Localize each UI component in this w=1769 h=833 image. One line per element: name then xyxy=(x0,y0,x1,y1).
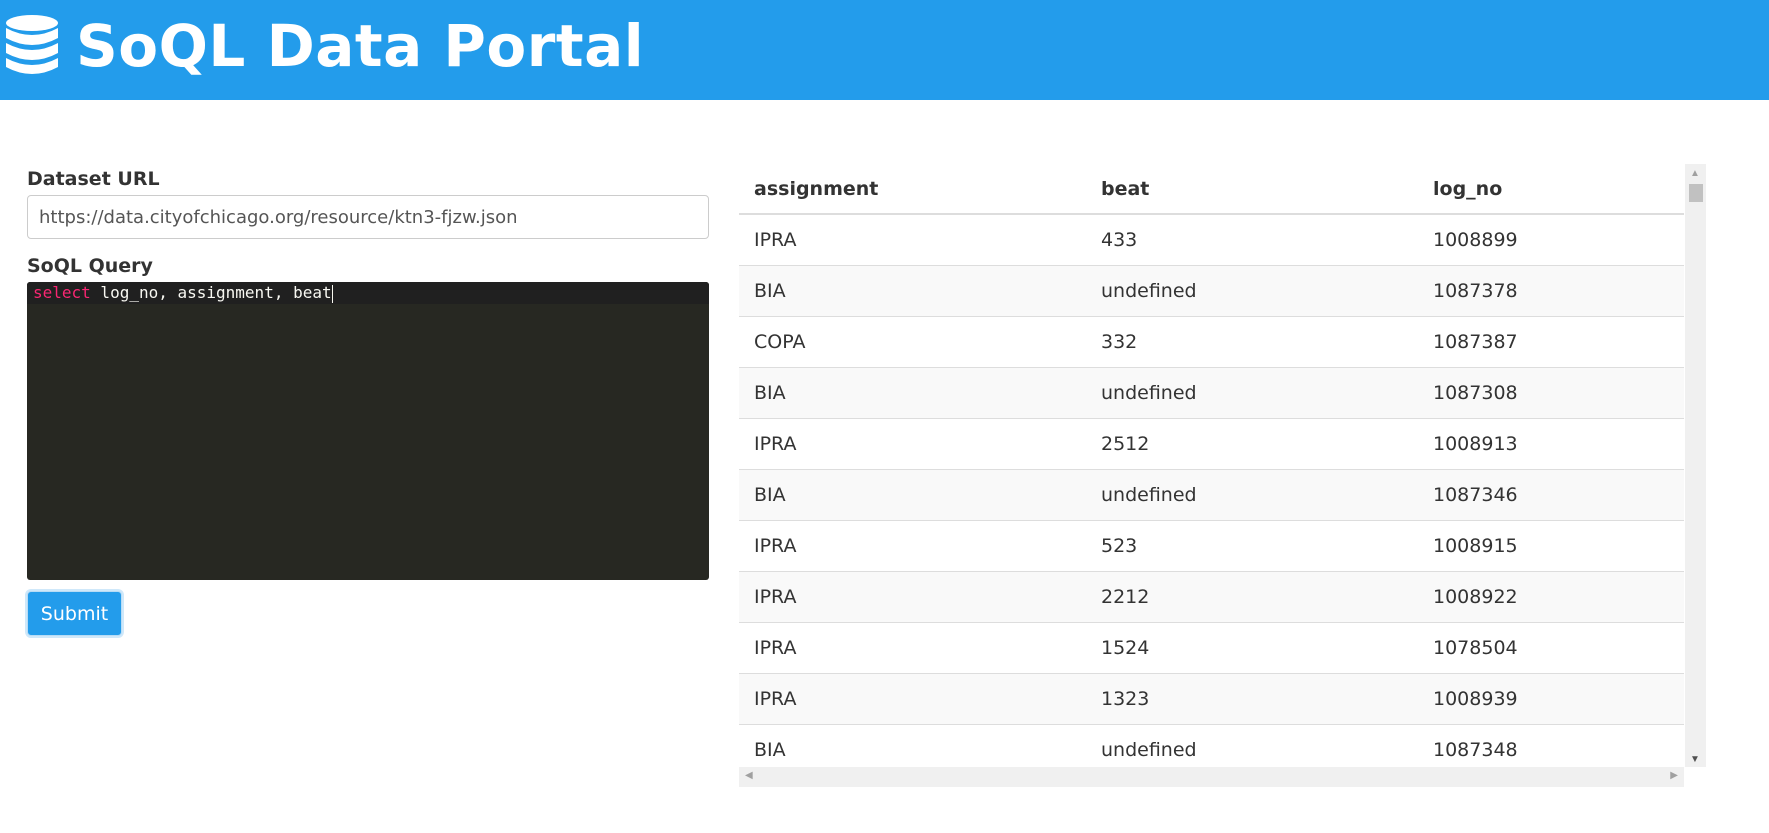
cell-log-no: 1078504 xyxy=(1418,621,1684,673)
results-table: assignment beat log_no IPRA 433 1008899 BI… xyxy=(739,164,1684,775)
text-cursor xyxy=(331,284,333,303)
query-keyword: select xyxy=(33,283,91,302)
cell-assignment: BIA xyxy=(739,264,1086,316)
cell-beat: undefined xyxy=(1086,468,1418,520)
cell-assignment: IPRA xyxy=(739,621,1086,673)
table-row: COPA 332 1087387 xyxy=(739,315,1684,367)
results-table-container[interactable]: assignment beat log_no IPRA 433 1008899 BI… xyxy=(739,164,1707,787)
cell-beat: 2212 xyxy=(1086,570,1418,622)
cell-assignment: IPRA xyxy=(739,417,1086,469)
table-row: IPRA 1323 1008939 xyxy=(739,672,1684,724)
cell-log-no: 1008913 xyxy=(1418,417,1684,469)
cell-assignment: IPRA xyxy=(739,213,1086,265)
query-form: Dataset URL SoQL Query select log_no, as… xyxy=(27,168,709,636)
horizontal-scrollbar[interactable]: ◀ ▶ xyxy=(739,767,1684,787)
vertical-scrollbar[interactable]: ▲ ▼ xyxy=(1685,164,1706,767)
cell-log-no: 1087346 xyxy=(1418,468,1684,520)
cell-assignment: BIA xyxy=(739,468,1086,520)
cell-beat: 433 xyxy=(1086,213,1418,265)
soql-query-editor[interactable]: select log_no, assignment, beat xyxy=(27,282,709,580)
cell-log-no: 1008899 xyxy=(1418,213,1684,265)
cell-assignment: IPRA xyxy=(739,519,1086,571)
table-row: IPRA 2512 1008913 xyxy=(739,417,1684,469)
table-row: BIA undefined 1087378 xyxy=(739,264,1684,316)
query-text: log_no, assignment, beat xyxy=(90,283,332,302)
table-row: BIA undefined 1087308 xyxy=(739,366,1684,418)
cell-log-no: 1008939 xyxy=(1418,672,1684,724)
soql-query-label: SoQL Query xyxy=(27,255,153,277)
scroll-up-icon[interactable]: ▲ xyxy=(1690,168,1700,179)
scroll-left-icon[interactable]: ◀ xyxy=(745,770,753,781)
scroll-right-icon[interactable]: ▶ xyxy=(1670,770,1678,781)
cell-assignment: IPRA xyxy=(739,672,1086,724)
table-row: IPRA 523 1008915 xyxy=(739,519,1684,571)
cell-assignment: COPA xyxy=(739,315,1086,367)
cell-assignment: IPRA xyxy=(739,570,1086,622)
scroll-down-icon[interactable]: ▼ xyxy=(1690,754,1700,765)
table-row: IPRA 2212 1008922 xyxy=(739,570,1684,622)
cell-beat: 332 xyxy=(1086,315,1418,367)
cell-beat: undefined xyxy=(1086,366,1418,418)
cell-beat: 1524 xyxy=(1086,621,1418,673)
cell-beat: undefined xyxy=(1086,264,1418,316)
table-row: IPRA 1524 1078504 xyxy=(739,621,1684,673)
vertical-scroll-thumb[interactable] xyxy=(1689,184,1703,202)
table-row: IPRA 433 1008899 xyxy=(739,213,1684,265)
cell-beat: 523 xyxy=(1086,519,1418,571)
cell-log-no: 1008922 xyxy=(1418,570,1684,622)
cell-beat: 1323 xyxy=(1086,672,1418,724)
cell-assignment: BIA xyxy=(739,366,1086,418)
cell-log-no: 1087387 xyxy=(1418,315,1684,367)
cell-log-no: 1087308 xyxy=(1418,366,1684,418)
submit-button[interactable]: Submit xyxy=(27,591,122,636)
cell-log-no: 1008915 xyxy=(1418,519,1684,571)
column-header-assignment[interactable]: assignment xyxy=(739,164,1086,215)
table-header-row: assignment beat log_no xyxy=(739,164,1684,215)
cell-beat: 2512 xyxy=(1086,417,1418,469)
dataset-url-label: Dataset URL xyxy=(27,168,160,190)
navbar: SoQL Data Portal xyxy=(0,0,1769,100)
column-header-beat[interactable]: beat xyxy=(1086,164,1418,215)
cell-log-no: 1087378 xyxy=(1418,264,1684,316)
column-header-log-no[interactable]: log_no xyxy=(1418,164,1684,215)
brand-title[interactable]: SoQL Data Portal xyxy=(76,12,644,80)
dataset-url-input[interactable] xyxy=(27,195,709,239)
database-icon xyxy=(6,15,58,74)
table-row: BIA undefined 1087346 xyxy=(739,468,1684,520)
editor-active-line[interactable]: select log_no, assignment, beat xyxy=(27,282,709,304)
